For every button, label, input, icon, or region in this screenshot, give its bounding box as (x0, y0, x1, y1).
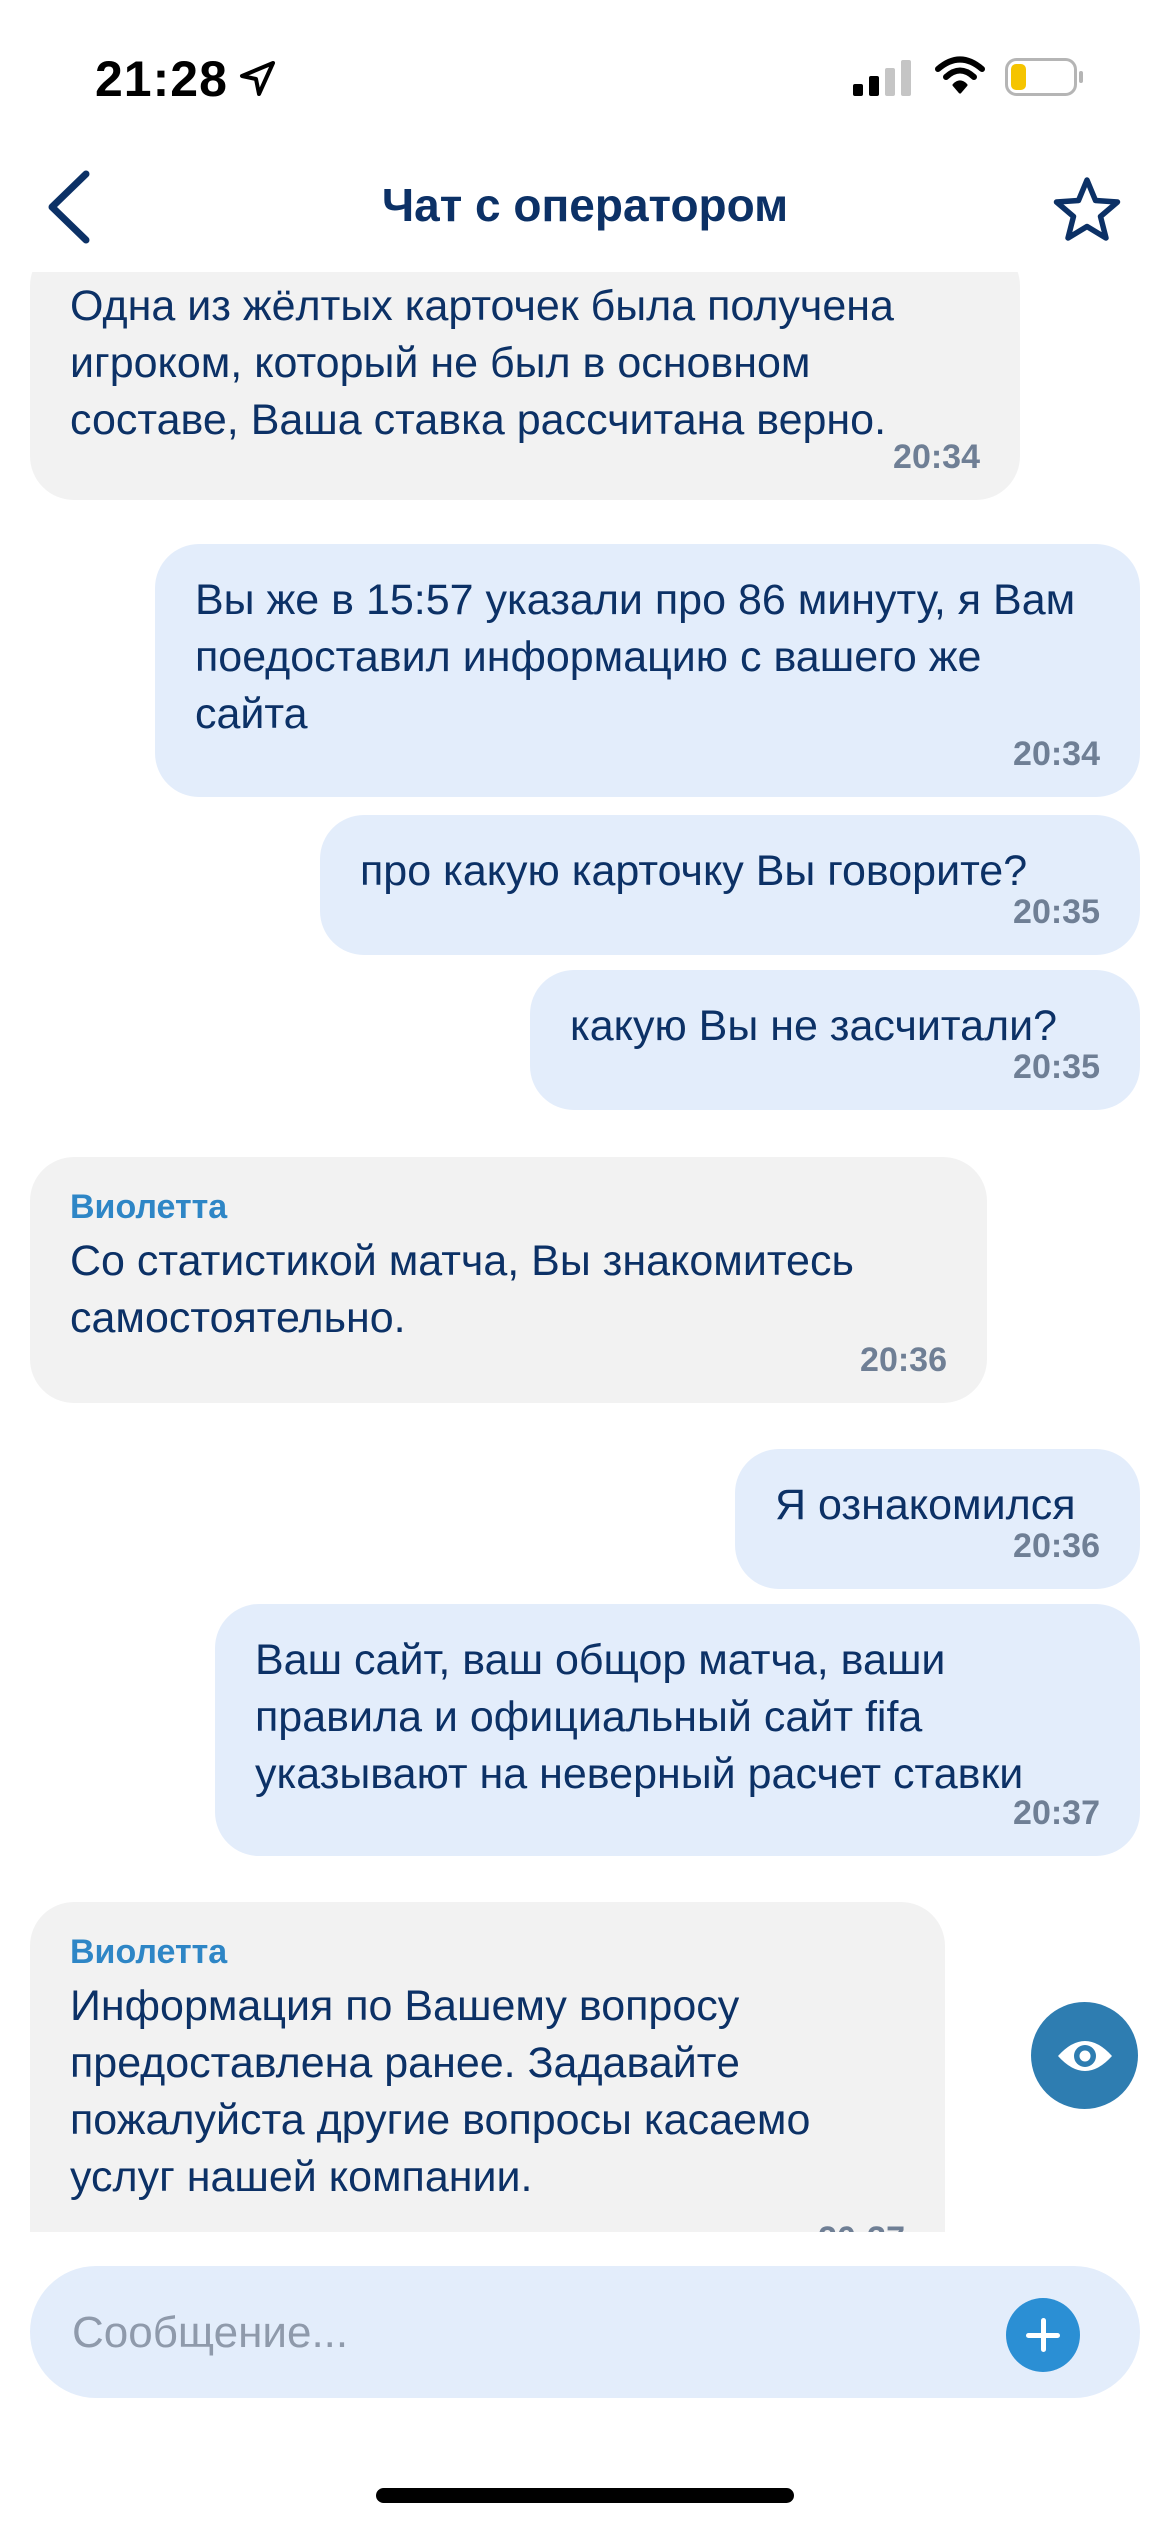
message-time: 20:36 (1013, 1527, 1100, 1565)
battery-icon (1005, 58, 1083, 96)
home-indicator (376, 2488, 794, 2503)
message-time: 20:34 (1013, 735, 1100, 773)
message-text: Одна из жёлтых карточек была получена иг… (70, 282, 894, 444)
message-sender: Виолетта (70, 1933, 228, 1971)
cellular-signal-icon (853, 60, 911, 96)
message-text: про какую карточку Вы говорите? (360, 847, 1028, 895)
message-sender: Виолетта (70, 1188, 228, 1226)
message-bubble-outgoing: про какую карточку Вы говорите? 20:35 (320, 815, 1140, 955)
view-button[interactable] (1031, 2002, 1138, 2109)
message-bubble-outgoing: Я ознакомился 20:36 (735, 1449, 1140, 1589)
message-text: Со статистикой матча, Вы знакомитесь сам… (70, 1237, 854, 1342)
message-bubble-incoming: Виолетта Информация по Вашему вопросу пр… (30, 1902, 945, 2232)
message-bubble-incoming: Виолетта Со статистикой матча, Вы знаком… (30, 1157, 987, 1403)
message-bubble-outgoing: Вы же в 15:57 указали про 86 минуту, я В… (155, 544, 1140, 797)
message-time: 20:36 (860, 1341, 947, 1379)
message-text: Вы же в 15:57 указали про 86 минуту, я В… (195, 576, 1076, 738)
page-title: Чат с оператором (381, 179, 789, 231)
message-time: 20:35 (1013, 1048, 1100, 1086)
add-attachment-button[interactable] (1006, 2298, 1080, 2372)
message-bubble-incoming: Одна из жёлтых карточек была получена иг… (30, 272, 1020, 500)
star-icon[interactable] (1052, 176, 1122, 244)
wifi-icon (935, 56, 985, 94)
message-bubble-outgoing: какую Вы не засчитали? 20:35 (530, 970, 1140, 1110)
status-time: 21:28 (95, 51, 228, 107)
eye-icon (1057, 2040, 1112, 2071)
message-time: 20:37 (818, 2211, 905, 2232)
message-text: Ваш сайт, ваш общор матча, ваши правила … (255, 1636, 1024, 1798)
message-bubble-outgoing: Ваш сайт, ваш общор матча, ваши правила … (215, 1604, 1140, 1856)
message-time: 20:37 (1013, 1794, 1100, 1832)
chat-messages[interactable]: Одна из жёлтых карточек была получена иг… (0, 272, 1170, 2232)
message-input-bar (30, 2266, 1140, 2400)
message-time: 20:34 (893, 438, 980, 476)
message-text: Информация по Вашему вопросу предоставле… (70, 1982, 811, 2201)
location-arrow-icon (240, 61, 275, 96)
message-time: 20:35 (1013, 893, 1100, 931)
message-input[interactable] (70, 2266, 994, 2400)
